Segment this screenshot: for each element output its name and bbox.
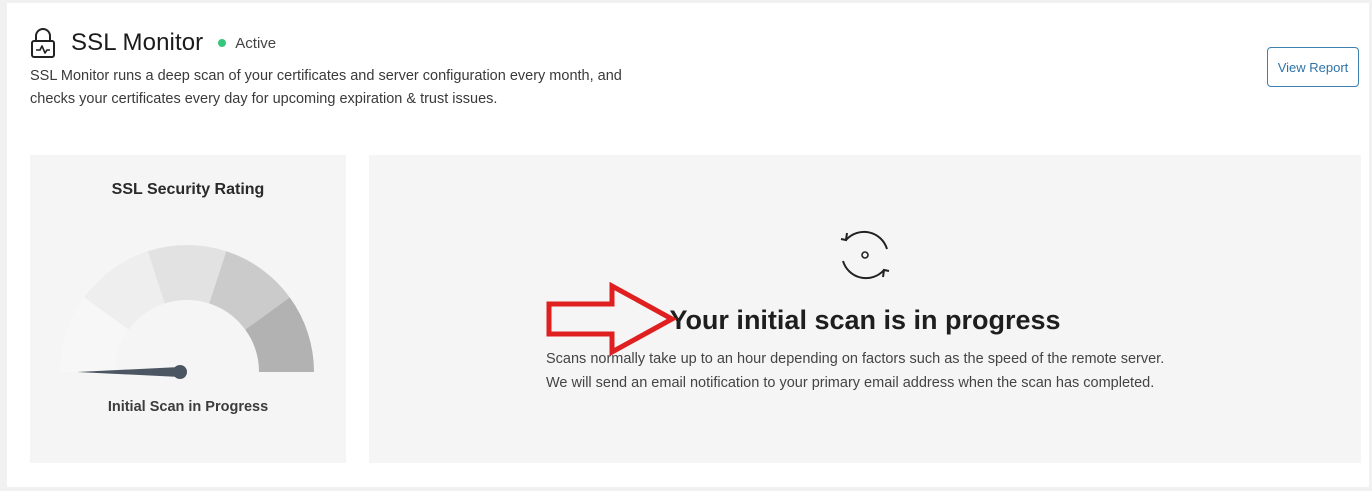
monitor-description: SSL Monitor runs a deep scan of your cer… [30, 68, 622, 107]
rating-title: SSL Security Rating [111, 181, 265, 198]
scan-status-panel: Your initial scan is in progress Scans n… [369, 155, 1361, 463]
ssl-monitor-card: SSL Monitor Active SSL Monitor runs a de… [7, 3, 1369, 487]
status-indicator: Active [218, 35, 276, 52]
refresh-icon [840, 230, 890, 280]
gauge-status-label: Initial Scan in Progress [107, 399, 269, 415]
page-title: SSL Monitor [71, 29, 204, 56]
scan-description-line-2: We will send an email notification to yo… [546, 375, 1155, 391]
security-rating-gauge [60, 245, 314, 379]
header-row: SSL Monitor Active [30, 27, 276, 59]
scan-heading: Your initial scan is in progress [669, 305, 1061, 335]
status-dot [218, 39, 227, 47]
status-badge: Active [235, 34, 277, 52]
red-arrow-annotation [546, 282, 678, 357]
gauge-needle-hub [173, 365, 187, 379]
security-rating-panel: SSL Security Rating Initial Scan in Prog… [30, 155, 346, 463]
lock-icon [31, 28, 55, 58]
view-report-button[interactable]: View Report [1267, 47, 1359, 87]
